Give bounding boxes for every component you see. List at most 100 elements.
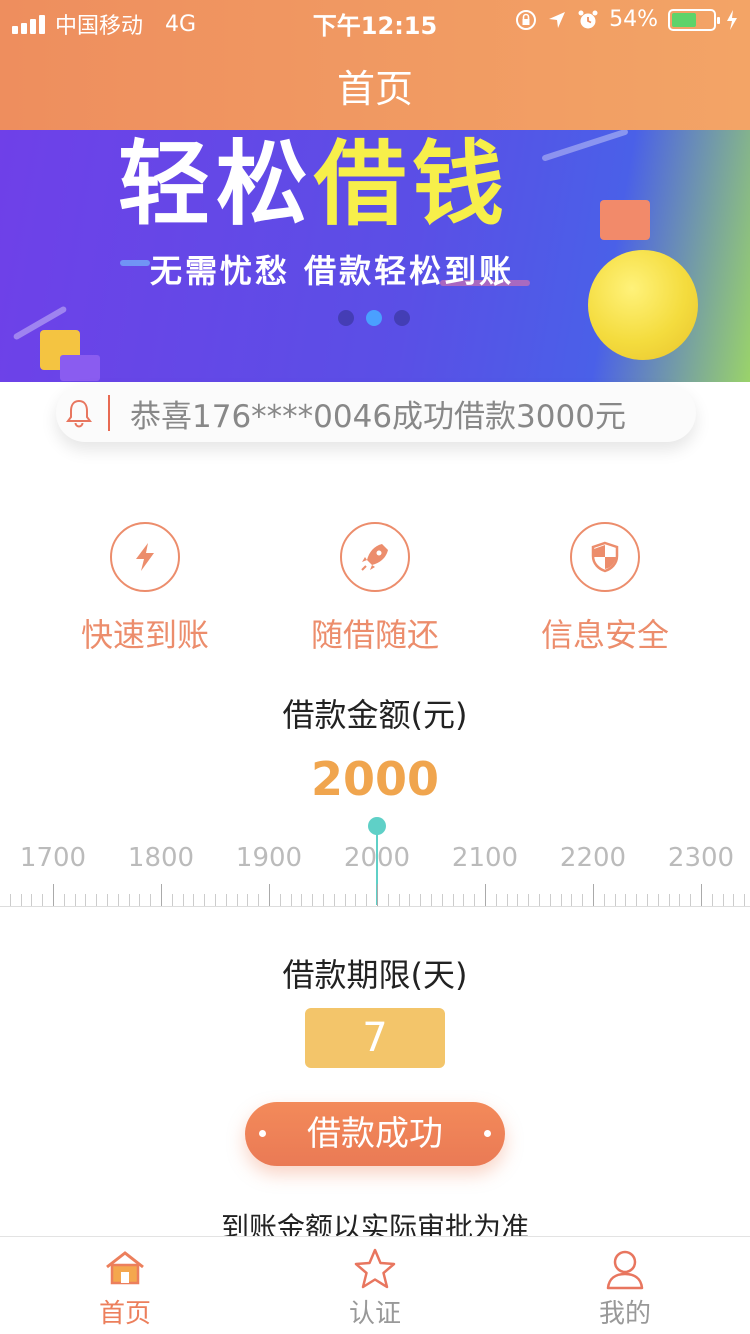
ruler-label: 1800 <box>127 843 195 873</box>
ruler-major-tick <box>701 884 702 906</box>
feature-item: 快速到账 <box>45 522 245 656</box>
feature-list: 快速到账 随借随还 信息安全 <box>0 522 750 654</box>
banner-character-graphic <box>60 355 100 381</box>
ruler-minor-tick <box>409 894 411 906</box>
ruler-minor-tick <box>279 894 281 906</box>
ruler-label: 2200 <box>559 843 627 873</box>
ruler-minor-tick <box>301 894 303 906</box>
ruler-minor-tick <box>625 894 627 906</box>
battery-icon <box>668 8 720 31</box>
ruler-minor-tick <box>333 894 335 906</box>
banner-decoration <box>541 130 629 162</box>
tab-home[interactable]: 首页 <box>0 1237 250 1334</box>
ruler-minor-tick <box>603 894 605 906</box>
tab-label: 首页 <box>98 1299 151 1329</box>
ruler-minor-tick <box>614 894 616 906</box>
ruler-minor-tick <box>733 894 735 906</box>
ruler-major-tick <box>593 884 594 906</box>
ruler-major-tick <box>377 884 378 906</box>
tab-label: 我的 <box>598 1299 651 1329</box>
notice-divider <box>108 395 110 431</box>
status-right: 54% <box>515 7 738 32</box>
ruler-minor-tick <box>107 894 108 906</box>
ruler-minor-tick <box>474 894 476 906</box>
ruler-minor-tick <box>74 894 76 906</box>
home-icon <box>103 1247 147 1291</box>
ruler-minor-tick <box>171 894 173 906</box>
orientation-lock-icon <box>516 9 537 30</box>
ruler-minor-tick <box>657 894 659 906</box>
star-icon <box>353 1247 397 1291</box>
ruler-minor-tick <box>420 894 422 906</box>
ruler-minor-tick <box>582 894 584 906</box>
alarm-icon <box>578 10 598 28</box>
banner-subtitle: 无需忧愁 借款轻松到账 <box>150 252 515 290</box>
slider-handle[interactable] <box>368 817 386 835</box>
ruler-minor-tick <box>452 894 454 906</box>
ruler-minor-tick <box>182 894 184 906</box>
ruler-label: 1700 <box>19 843 87 873</box>
button-decoration <box>484 1130 491 1137</box>
ruler-minor-tick <box>528 894 530 906</box>
tab-mine[interactable]: 我的 <box>500 1237 750 1334</box>
banner-pagination[interactable] <box>338 310 410 326</box>
ruler-minor-tick <box>690 894 692 906</box>
feature-item: 信息安全 <box>505 522 705 656</box>
ruler-label: 2100 <box>451 843 519 873</box>
ruler-minor-tick <box>225 894 227 906</box>
banner-title-part2: 借钱 <box>314 131 511 238</box>
banner-decoration <box>120 260 150 266</box>
term-value-box[interactable]: 7 <box>305 1008 445 1068</box>
amount-slider[interactable]: 1700 1800 1900 2000 2100 2200 2300 <box>0 815 750 910</box>
ruler-label: 1900 <box>235 843 303 873</box>
ruler-minor-tick <box>63 894 65 906</box>
ruler-label: 2000 <box>343 843 411 873</box>
ruler-minor-tick <box>517 894 519 906</box>
ruler-minor-tick <box>150 894 152 906</box>
ruler-minor-tick <box>215 894 216 906</box>
ruler-minor-tick <box>647 894 648 906</box>
banner-page-dot[interactable] <box>394 310 410 326</box>
bell-icon <box>64 398 94 428</box>
loan-submit-button[interactable]: 借款成功 <box>245 1102 505 1166</box>
ruler-minor-tick <box>85 894 87 906</box>
ruler-minor-tick <box>128 894 130 906</box>
banner-title: 轻松借钱 <box>118 130 510 240</box>
ruler-minor-tick <box>9 894 11 906</box>
ruler-minor-tick <box>96 894 98 906</box>
ruler-minor-tick <box>193 894 195 906</box>
ruler-minor-tick <box>42 894 44 906</box>
ruler-minor-tick <box>236 894 238 906</box>
ruler-minor-tick <box>204 894 206 906</box>
ruler-label: 2300 <box>667 843 735 873</box>
charging-icon <box>727 9 737 30</box>
ruler-minor-tick <box>20 894 22 906</box>
ruler-major-tick <box>161 884 162 906</box>
ruler-minor-tick <box>31 894 33 906</box>
tab-verify[interactable]: 认证 <box>250 1237 500 1334</box>
ruler-minor-tick <box>463 894 465 906</box>
banner-page-dot[interactable] <box>338 310 354 326</box>
ruler-minor-tick <box>668 894 670 906</box>
ruler-minor-tick <box>344 894 346 906</box>
promo-banner[interactable]: 轻松借钱 无需忧愁 借款轻松到账 <box>0 130 750 382</box>
ruler-minor-tick <box>312 894 314 906</box>
lightning-icon <box>110 522 180 592</box>
feature-label: 信息安全 <box>540 616 669 654</box>
banner-page-dot[interactable] <box>366 310 382 326</box>
notice-bar: 恭喜176****0046成功借款3000元 <box>56 384 696 442</box>
tab-bar: 首页 认证 我的 <box>0 1236 750 1334</box>
ruler-minor-tick <box>258 894 260 906</box>
tab-label: 认证 <box>348 1299 401 1329</box>
ruler-minor-tick <box>539 894 540 906</box>
ruler-major-tick <box>53 884 54 906</box>
ruler-minor-tick <box>117 894 119 906</box>
feature-item: 随借随还 <box>275 522 475 656</box>
rocket-icon <box>340 522 410 592</box>
amount-title: 借款金额(元) <box>282 696 468 734</box>
header: 中国移动 4G 下午12:15 54% 首页 <box>0 0 750 130</box>
ruler-minor-tick <box>441 894 443 906</box>
battery-percent: 54% <box>609 7 658 32</box>
ruler-minor-tick <box>247 894 249 906</box>
ruler-minor-tick <box>495 894 497 906</box>
